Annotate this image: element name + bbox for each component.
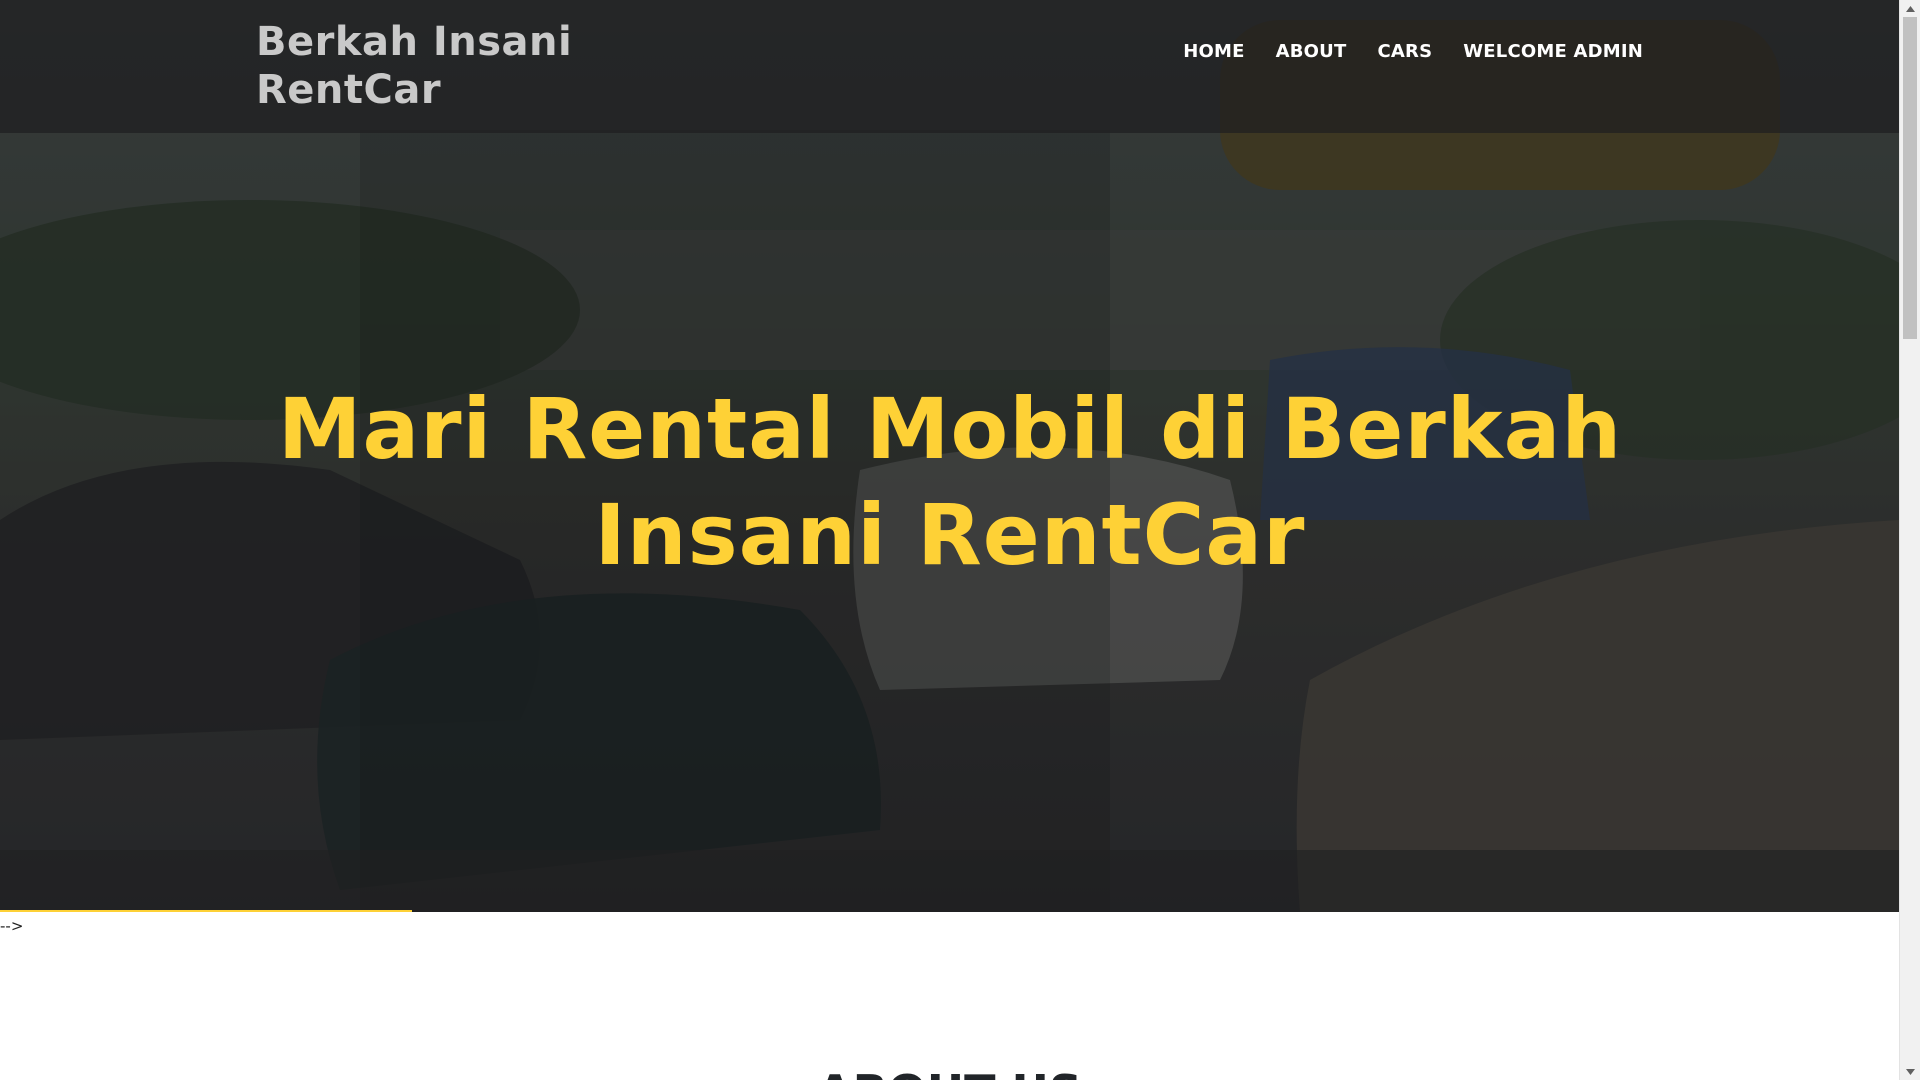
nav-link-cars[interactable]: CARS xyxy=(1377,36,1432,68)
browser-viewport: Berkah Insani RentCar HOME ABOUT CARS WE… xyxy=(0,0,1899,1080)
brand-logo-link[interactable]: Berkah Insani RentCar xyxy=(256,18,596,114)
nav-item-home: HOME xyxy=(1183,36,1244,68)
nav-menu: HOME ABOUT CARS WELCOME ADMIN xyxy=(1152,36,1643,68)
top-navbar: Berkah Insani RentCar HOME ABOUT CARS WE… xyxy=(0,0,1899,133)
nav-link-welcome-admin[interactable]: WELCOME ADMIN xyxy=(1463,36,1643,68)
scroll-up-arrow-icon[interactable] xyxy=(1900,0,1920,17)
page: Berkah Insani RentCar HOME ABOUT CARS WE… xyxy=(0,0,1920,1080)
stray-comment-text: --> xyxy=(0,917,24,935)
nav-link-home[interactable]: HOME xyxy=(1183,36,1244,68)
about-section-heading: ABOUT US xyxy=(0,1064,1899,1080)
scroll-down-arrow-icon[interactable] xyxy=(1900,1063,1920,1080)
accent-line xyxy=(0,910,412,912)
nav-item-about: ABOUT xyxy=(1276,36,1347,68)
scrollbar-thumb[interactable] xyxy=(1903,17,1917,339)
nav-link-about[interactable]: ABOUT xyxy=(1276,36,1347,68)
nav-item-cars: CARS xyxy=(1377,36,1432,68)
nav-item-welcome-admin: WELCOME ADMIN xyxy=(1463,36,1643,68)
vertical-scrollbar[interactable] xyxy=(1899,0,1920,1080)
hero-section: Berkah Insani RentCar HOME ABOUT CARS WE… xyxy=(0,0,1899,912)
hero-headline: Mari Rental Mobil di Berkah Insani RentC… xyxy=(277,380,1623,584)
